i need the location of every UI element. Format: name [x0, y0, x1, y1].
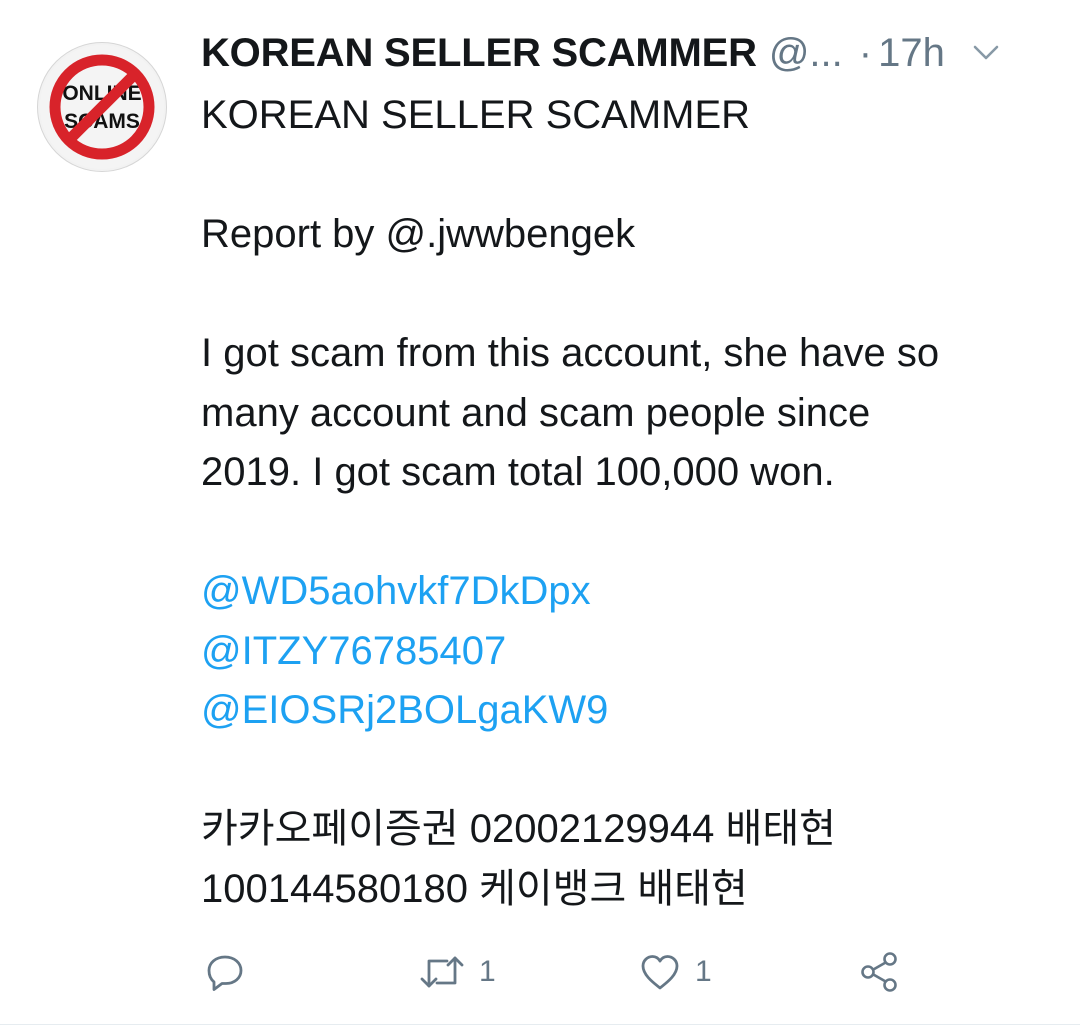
no-online-scams-icon: ONLINE SCAMS — [40, 45, 164, 169]
reply-button[interactable] — [205, 945, 259, 999]
retweet-icon — [420, 956, 464, 988]
timestamp[interactable]: 17h — [878, 31, 945, 76]
tweet-line: KOREAN SELLER SCAMMER — [201, 93, 751, 137]
tweet-line: 2019. I got scam total 100,000 won. — [201, 450, 835, 494]
retweet-button[interactable]: 1 — [419, 945, 496, 999]
tweet-text: KOREAN SELLER SCAMMER Report by @.jwwbeng… — [201, 86, 1061, 919]
mention-link[interactable]: @WD5aohvkf7DkDpx — [201, 562, 1061, 622]
tweet-actions: 1 1 — [201, 945, 921, 999]
retweet-count: 1 — [479, 955, 496, 988]
separator-dot: · — [858, 30, 873, 75]
tweet-header: KOREAN SELLER SCAMMER @... · 17h — [201, 28, 1051, 78]
mention-link[interactable]: @ITZY76785407 — [201, 622, 1061, 682]
user-handle[interactable]: @... — [769, 31, 843, 76]
display-name[interactable]: KOREAN SELLER SCAMMER — [201, 31, 757, 76]
tweet-line: many account and scam people since — [201, 390, 871, 435]
like-count: 1 — [695, 955, 712, 988]
reply-icon — [207, 955, 243, 991]
share-icon — [861, 952, 897, 992]
heart-icon — [641, 955, 679, 990]
tweet-line: 카카오페이증권 02002129944 배태현 — [201, 807, 836, 851]
divider — [0, 1024, 1080, 1025]
mention-link[interactable]: @EIOSRj2BOLgaKW9 — [201, 681, 1061, 741]
avatar[interactable]: ONLINE SCAMS — [37, 42, 167, 172]
tweet-line: I got scam from this account, she have s… — [201, 331, 940, 375]
chevron-down-icon[interactable] — [971, 38, 1001, 68]
share-button[interactable] — [859, 945, 901, 999]
tweet-line: 100144580180 케이뱅크 배태현 — [201, 866, 748, 911]
tweet-line: Report by @.jwwbengek — [201, 212, 636, 256]
like-button[interactable]: 1 — [639, 945, 712, 999]
